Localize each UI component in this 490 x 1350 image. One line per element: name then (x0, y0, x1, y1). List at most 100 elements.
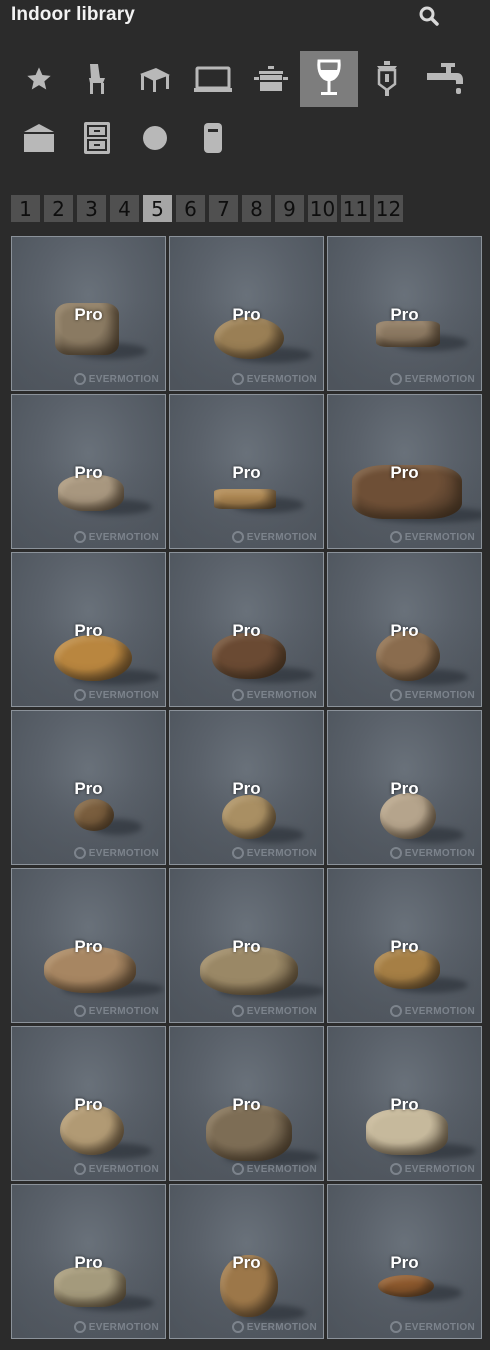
page-button-12[interactable]: 12 (374, 195, 403, 222)
asset-tile[interactable]: Pro EVERMOTION (11, 1026, 166, 1181)
asset-tile[interactable]: Pro EVERMOTION (327, 1026, 482, 1181)
evermotion-watermark: EVERMOTION (389, 1163, 475, 1175)
table-icon (140, 68, 170, 92)
page-button-4[interactable]: 4 (110, 195, 139, 222)
bread-model-thumbnail (74, 799, 114, 831)
evermotion-watermark: EVERMOTION (73, 689, 159, 701)
watermark-text: EVERMOTION (404, 847, 475, 859)
cylinder-icon (204, 123, 222, 153)
page-button-11[interactable]: 11 (341, 195, 370, 222)
evermotion-watermark: EVERMOTION (231, 1321, 317, 1333)
category-favorites[interactable] (10, 51, 68, 107)
evermotion-watermark: EVERMOTION (231, 847, 317, 859)
asset-tile[interactable]: Pro EVERMOTION (327, 394, 482, 549)
chair-icon (89, 64, 105, 94)
asset-tile[interactable]: Pro EVERMOTION (169, 868, 324, 1023)
page-button-7[interactable]: 7 (209, 195, 238, 222)
page-button-5[interactable]: 5 (143, 195, 172, 222)
asset-tile[interactable]: Pro EVERMOTION (11, 1184, 166, 1339)
evermotion-watermark: EVERMOTION (231, 531, 317, 543)
pro-badge: Pro (390, 621, 419, 640)
asset-tile[interactable]: Pro EVERMOTION (327, 552, 482, 707)
lantern-icon (377, 61, 397, 96)
category-chairs[interactable] (68, 51, 126, 107)
page-button-10[interactable]: 10 (308, 195, 337, 222)
evermotion-logo-icon (73, 1321, 86, 1333)
asset-tile[interactable]: Pro EVERMOTION (169, 552, 324, 707)
evermotion-watermark: EVERMOTION (231, 1163, 317, 1175)
watermark-text: EVERMOTION (404, 1005, 475, 1017)
asset-tile[interactable]: Pro EVERMOTION (11, 394, 166, 549)
search-button[interactable] (417, 4, 441, 28)
evermotion-watermark: EVERMOTION (389, 1321, 475, 1333)
evermotion-watermark: EVERMOTION (73, 1005, 159, 1017)
evermotion-logo-icon (389, 1163, 402, 1175)
asset-grid: Pro EVERMOTION Pro EVERMOTION Pro EVERMOTION P… (11, 236, 483, 1339)
pro-badge: Pro (74, 463, 103, 482)
pro-badge: Pro (74, 1095, 103, 1114)
bread-model-thumbnail (380, 793, 436, 839)
pro-badge: Pro (74, 1253, 103, 1272)
wine-glass-icon (317, 59, 341, 95)
evermotion-watermark: EVERMOTION (231, 689, 317, 701)
asset-tile[interactable]: Pro EVERMOTION (11, 236, 166, 391)
category-tables[interactable] (126, 51, 184, 107)
category-bathroom[interactable] (416, 51, 474, 107)
evermotion-watermark: EVERMOTION (231, 373, 317, 385)
evermotion-watermark: EVERMOTION (389, 847, 475, 859)
asset-tile[interactable]: Pro EVERMOTION (169, 710, 324, 865)
asset-tile[interactable]: Pro EVERMOTION (327, 868, 482, 1023)
page-button-1[interactable]: 1 (11, 195, 40, 222)
watermark-text: EVERMOTION (88, 373, 159, 385)
evermotion-logo-icon (389, 689, 402, 701)
pagination: 1 2 3 4 5 6 7 8 9 10 11 12 (11, 195, 403, 222)
watermark-text: EVERMOTION (88, 1163, 159, 1175)
evermotion-logo-icon (389, 1005, 402, 1017)
evermotion-logo-icon (231, 847, 244, 859)
evermotion-logo-icon (389, 847, 402, 859)
page-button-8[interactable]: 8 (242, 195, 271, 222)
asset-tile[interactable]: Pro EVERMOTION (11, 552, 166, 707)
box-icon (24, 124, 54, 152)
evermotion-watermark: EVERMOTION (389, 689, 475, 701)
asset-tile[interactable]: Pro EVERMOTION (169, 394, 324, 549)
evermotion-logo-icon (73, 1005, 86, 1017)
bread-model-thumbnail (54, 1267, 126, 1307)
asset-tile[interactable]: Pro EVERMOTION (169, 236, 324, 391)
pro-badge: Pro (232, 463, 261, 482)
pro-badge: Pro (232, 779, 261, 798)
page-button-2[interactable]: 2 (44, 195, 73, 222)
asset-tile[interactable]: Pro EVERMOTION (11, 710, 166, 865)
asset-tile[interactable]: Pro EVERMOTION (11, 868, 166, 1023)
page-button-6[interactable]: 6 (176, 195, 205, 222)
category-storage[interactable] (10, 110, 68, 166)
asset-tile[interactable]: Pro EVERMOTION (169, 1026, 324, 1181)
evermotion-logo-icon (231, 1321, 244, 1333)
evermotion-logo-icon (231, 689, 244, 701)
page-button-3[interactable]: 3 (77, 195, 106, 222)
category-electronics[interactable] (184, 51, 242, 107)
asset-tile[interactable]: Pro EVERMOTION (327, 1184, 482, 1339)
bread-model-thumbnail (378, 1275, 434, 1297)
bread-model-thumbnail (366, 1109, 448, 1155)
pro-badge: Pro (232, 621, 261, 640)
asset-tile[interactable]: Pro EVERMOTION (169, 1184, 324, 1339)
category-cabinets[interactable] (68, 110, 126, 166)
pro-badge: Pro (232, 305, 261, 324)
page-button-9[interactable]: 9 (275, 195, 304, 222)
evermotion-logo-icon (73, 373, 86, 385)
category-other[interactable] (184, 110, 242, 166)
category-lighting[interactable] (358, 51, 416, 107)
evermotion-watermark: EVERMOTION (389, 373, 475, 385)
asset-tile[interactable]: Pro EVERMOTION (327, 710, 482, 865)
category-misc[interactable] (126, 110, 184, 166)
category-tableware[interactable] (300, 51, 358, 107)
pro-badge: Pro (390, 779, 419, 798)
watermark-text: EVERMOTION (88, 531, 159, 543)
category-kitchen[interactable] (242, 51, 300, 107)
bread-model-thumbnail (222, 795, 276, 839)
cabinet-icon (84, 122, 110, 154)
evermotion-logo-icon (389, 531, 402, 543)
asset-tile[interactable]: Pro EVERMOTION (327, 236, 482, 391)
watermark-text: EVERMOTION (246, 1005, 317, 1017)
